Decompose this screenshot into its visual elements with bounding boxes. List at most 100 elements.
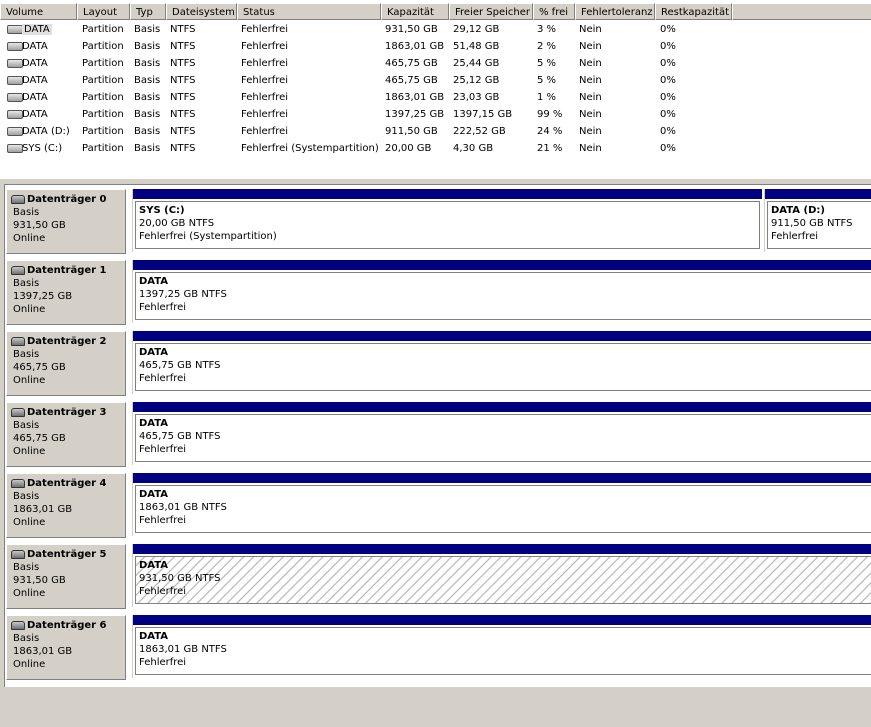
partition-name: SYS (C:) [139, 205, 185, 216]
cell-text: 5 % [537, 75, 557, 86]
disk-size: 1863,01 GB [13, 646, 73, 657]
partition[interactable]: DATA 465,75 GB NTFS Fehlerfrei [132, 331, 871, 394]
cell-layout: Partition [82, 89, 124, 106]
cell-frei: 222,52 GB [453, 123, 506, 140]
column-header-fehlertoleranz[interactable]: Fehlertoleranz [575, 3, 655, 20]
cell-frei: 4,30 GB [453, 140, 493, 157]
partition-bar [133, 189, 762, 199]
cell-text: Fehlerfrei [241, 24, 289, 35]
volume-icon [7, 59, 23, 68]
volume-row[interactable]: DATA Partition Basis NTFS Fehlerfrei 1397,25 … [0, 106, 871, 123]
partition-box[interactable]: DATA 1863,01 GB NTFS Fehlerfrei [135, 627, 871, 675]
hard-disk-icon [11, 195, 25, 204]
cell-text: Partition [82, 109, 124, 120]
cell-text: Basis [134, 143, 161, 154]
cell-kapazitaet: 911,50 GB [385, 123, 438, 140]
column-header-freier-speicher[interactable]: Freier Speicher [449, 3, 533, 20]
cell-typ: Basis [134, 140, 160, 157]
column-header-volume[interactable]: Volume [0, 3, 77, 20]
hard-disk-icon [11, 337, 25, 346]
volume-row[interactable]: SYS (C:) Partition Basis NTFS Fehlerfrei (Sy… [0, 140, 871, 157]
disk-area: Datenträger 0 Basis 931,50 GB Online SYS (C:… [4, 184, 871, 687]
disk-partitions: DATA 465,75 GB NTFS Fehlerfrei [128, 402, 871, 467]
cell-text: 1397,25 GB [385, 109, 445, 120]
partition-box[interactable]: DATA 465,75 GB NTFS Fehlerfrei [135, 343, 871, 391]
partition[interactable]: DATA 1863,01 GB NTFS Fehlerfrei [132, 615, 871, 678]
disk-label[interactable]: Datenträger 6 Basis 1863,01 GB Online [6, 615, 126, 680]
partition[interactable]: DATA 465,75 GB NTFS Fehlerfrei [132, 402, 871, 465]
cell-status: Fehlerfrei [241, 21, 288, 38]
disk-partitions: DATA 931,50 GB NTFS Fehlerfrei [128, 544, 871, 609]
disk-size: 931,50 GB [13, 575, 66, 586]
cell-text: 0% [660, 58, 676, 69]
volume-row[interactable]: DATA (D:) Partition Basis NTFS Fehlerfrei 911… [0, 123, 871, 140]
partition-box[interactable]: DATA 931,50 GB NTFS Fehlerfrei [135, 556, 871, 604]
cell-kapazitaet: 931,50 GB [385, 21, 438, 38]
volume-row[interactable]: DATA Partition Basis NTFS Fehlerfrei 1863,01 … [0, 38, 871, 55]
disk-label[interactable]: Datenträger 5 Basis 931,50 GB Online [6, 544, 126, 609]
partition-box[interactable]: DATA 465,75 GB NTFS Fehlerfrei [135, 414, 871, 462]
column-header-status[interactable]: Status [237, 3, 381, 20]
column-header-layout[interactable]: Layout [77, 3, 130, 20]
partition-box[interactable]: DATA (D:) 911,50 GB NTFS Fehlerfrei [767, 201, 871, 249]
bottom-pane [0, 687, 871, 727]
partition-box[interactable]: DATA 1863,01 GB NTFS Fehlerfrei [135, 485, 871, 533]
volume-list[interactable]: Volume Layout Typ Dateisystem Status Kap… [0, 0, 871, 180]
volume-row[interactable]: DATA Partition Basis NTFS Fehlerfrei 931,50 G… [0, 21, 871, 38]
disk-type: Basis [13, 207, 40, 218]
partition[interactable]: SYS (C:) 20,00 GB NTFS Fehlerfrei (Systemp… [132, 189, 762, 252]
cell-ft: Nein [579, 89, 602, 106]
disk-row: Datenträger 4 Basis 1863,01 GB Online DATA 18… [5, 469, 871, 538]
volume-row[interactable]: DATA Partition Basis NTFS Fehlerfrei 465,75 G… [0, 72, 871, 89]
partition[interactable]: DATA 931,50 GB NTFS Fehlerfrei [132, 544, 871, 607]
cell-text: Nein [579, 75, 602, 86]
column-header-kapazitaet[interactable]: Kapazität [381, 3, 449, 20]
disk-label[interactable]: Datenträger 3 Basis 465,75 GB Online [6, 402, 126, 467]
cell-typ: Basis [134, 106, 160, 123]
cell-text: 21 % [537, 143, 563, 154]
disk-row: Datenträger 5 Basis 931,50 GB Online DATA 931… [5, 540, 871, 609]
volume-row[interactable]: DATA Partition Basis NTFS Fehlerfrei 1863,01 … [0, 89, 871, 106]
volume-row[interactable]: DATA Partition Basis NTFS Fehlerfrei 465,75 G… [0, 55, 871, 72]
cell-name: DATA [22, 55, 48, 72]
cell-rest: 0% [660, 55, 676, 72]
partition-name: DATA [139, 347, 169, 358]
disk-label[interactable]: Datenträger 0 Basis 931,50 GB Online [6, 189, 126, 254]
cell-frei: 23,03 GB [453, 89, 499, 106]
partition[interactable]: DATA (D:) 911,50 GB NTFS Fehlerfrei [764, 189, 871, 252]
disk-label[interactable]: Datenträger 1 Basis 1397,25 GB Online [6, 260, 126, 325]
column-header-filler [732, 3, 871, 20]
cell-typ: Basis [134, 72, 160, 89]
partition-status: Fehlerfrei [139, 373, 187, 384]
disk-row: Datenträger 6 Basis 1863,01 GB Online DATA 18… [5, 611, 871, 680]
cell-text: 465,75 GB [385, 75, 438, 86]
partition-box[interactable]: DATA 1397,25 GB NTFS Fehlerfrei [135, 272, 871, 320]
cell-text: Fehlerfrei (Systempartition) [241, 143, 379, 154]
partition-size: 931,50 GB NTFS [139, 573, 221, 584]
cell-fs: NTFS [170, 106, 196, 123]
column-header-prozent-frei[interactable]: % frei [533, 3, 575, 20]
cell-frei: 29,12 GB [453, 21, 499, 38]
cell-pfrei: 5 % [537, 72, 556, 89]
partition-box[interactable]: SYS (C:) 20,00 GB NTFS Fehlerfrei (Systemp… [135, 201, 760, 249]
column-header-restkapazitaet[interactable]: Restkapazität [655, 3, 732, 20]
partition[interactable]: DATA 1397,25 GB NTFS Fehlerfrei [132, 260, 871, 323]
partition-bar [133, 331, 871, 341]
disk-title-text: Datenträger 2 [27, 336, 107, 347]
cell-text: DATA [22, 41, 48, 52]
disk-label[interactable]: Datenträger 4 Basis 1863,01 GB Online [6, 473, 126, 538]
cell-text: DATA [22, 58, 48, 69]
partition-bar [133, 615, 871, 625]
cell-kapazitaet: 1863,01 GB [385, 38, 444, 55]
partition-bar [765, 189, 871, 199]
disk-partitions: DATA 1863,01 GB NTFS Fehlerfrei [128, 473, 871, 538]
column-header-dateisystem[interactable]: Dateisystem [166, 3, 237, 20]
volume-icon [7, 144, 23, 153]
cell-ft: Nein [579, 123, 602, 140]
partition[interactable]: DATA 1863,01 GB NTFS Fehlerfrei [132, 473, 871, 536]
cell-pfrei: 2 % [537, 38, 556, 55]
cell-name: DATA [22, 72, 48, 89]
cell-text: Nein [579, 92, 602, 103]
disk-label[interactable]: Datenträger 2 Basis 465,75 GB Online [6, 331, 126, 396]
column-header-typ[interactable]: Typ [130, 3, 166, 20]
